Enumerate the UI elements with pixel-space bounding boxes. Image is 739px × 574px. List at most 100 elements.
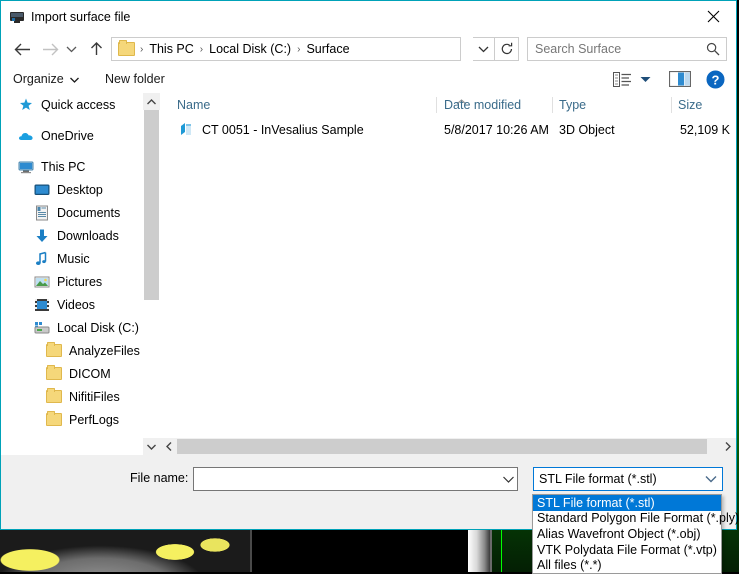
sidebar-item-desktop[interactable]: Desktop: [1, 178, 143, 201]
new-folder-label: New folder: [105, 72, 165, 86]
filename-combobox[interactable]: [193, 467, 518, 491]
sidebar-item-label: AnalyzeFiles: [69, 344, 140, 358]
sidebar-item-quick-access[interactable]: Quick access: [1, 93, 143, 116]
svg-text:?: ?: [711, 72, 719, 87]
breadcrumb-item-local-disk[interactable]: Local Disk (C:): [206, 42, 294, 56]
desktop-icon: [33, 182, 51, 198]
chevron-down-icon[interactable]: [499, 476, 517, 483]
sidebar-item-label: Pictures: [57, 275, 102, 289]
forward-button[interactable]: [37, 33, 63, 65]
scrollbar-thumb[interactable]: [177, 439, 707, 454]
column-header-name[interactable]: Name: [177, 93, 210, 117]
organize-label: Organize: [13, 72, 64, 86]
search-input[interactable]: Search Surface: [535, 42, 706, 56]
sidebar-item-documents[interactable]: Documents: [1, 201, 143, 224]
filename-input[interactable]: [194, 469, 499, 489]
sidebar-item-downloads[interactable]: Downloads: [1, 224, 143, 247]
filetype-option-all[interactable]: All files (*.*): [533, 557, 721, 573]
folder-icon: [45, 366, 63, 382]
search-box[interactable]: Search Surface: [527, 37, 727, 61]
scrollbar-thumb[interactable]: [144, 110, 159, 300]
sidebar-item-analyzefiles[interactable]: AnalyzeFiles: [1, 339, 143, 362]
view-options-icon[interactable]: [609, 68, 635, 90]
scroll-left-icon[interactable]: [160, 438, 177, 455]
breadcrumb-item-surface[interactable]: Surface: [303, 42, 352, 56]
refresh-icon[interactable]: [495, 37, 519, 61]
download-icon: [33, 228, 51, 244]
breadcrumb-dropdown-button[interactable]: [473, 37, 495, 61]
sidebar-item-local-disk-c[interactable]: Local Disk (C:): [1, 316, 143, 339]
preview-pane-icon[interactable]: [666, 68, 694, 90]
surface-import-icon: [9, 9, 25, 25]
column-divider[interactable]: [552, 97, 553, 113]
sidebar-item-nifitifiles[interactable]: NifitiFiles: [1, 385, 143, 408]
filetype-option-vtp[interactable]: VTK Polydata File Format (*.vtp): [533, 542, 721, 558]
chevron-down-icon[interactable]: [700, 475, 722, 483]
sidebar-item-label: Desktop: [57, 183, 103, 197]
breadcrumb[interactable]: › This PC › Local Disk (C:) › Surface: [111, 37, 461, 61]
column-header-type[interactable]: Type: [559, 93, 586, 117]
sidebar-item-label: Music: [57, 252, 90, 266]
folder-icon: [45, 412, 63, 428]
sidebar-item-label: This PC: [41, 160, 85, 174]
filetype-option-obj[interactable]: Alias Wavefront Object (*.obj): [533, 526, 721, 542]
filetype-option-ply[interactable]: Standard Polygon File Format (*.ply): [533, 511, 721, 527]
filetype-option-stl[interactable]: STL File format (*.stl): [533, 495, 721, 511]
command-bar: Organize New folder: [1, 65, 736, 94]
sidebar-item-onedrive[interactable]: OneDrive: [1, 124, 143, 147]
filetype-combobox[interactable]: STL File format (*.stl): [533, 467, 723, 491]
breadcrumb-separator: ›: [137, 44, 146, 55]
sidebar-item-label: PerfLogs: [69, 413, 119, 427]
breadcrumb-separator: ›: [197, 44, 206, 55]
documents-icon: [33, 205, 51, 221]
recent-locations-button[interactable]: [61, 33, 81, 65]
star-icon: [17, 97, 35, 113]
table-row[interactable]: CT 0051 - InVesalius Sample 5/8/2017 10:…: [160, 117, 736, 142]
column-divider[interactable]: [436, 97, 437, 113]
import-surface-file-dialog: Import surface file: [0, 0, 737, 530]
sidebar-item-music[interactable]: Music: [1, 247, 143, 270]
scroll-down-icon[interactable]: [143, 438, 160, 455]
sidebar-item-dicom[interactable]: DICOM: [1, 362, 143, 385]
3d-object-icon: [180, 122, 195, 137]
column-header-date-modified[interactable]: Date modified: [444, 93, 521, 117]
scroll-up-icon[interactable]: [143, 93, 160, 110]
column-divider[interactable]: [671, 97, 672, 113]
navigation-pane-scrollbar[interactable]: [143, 93, 160, 455]
sidebar-item-label: OneDrive: [41, 129, 94, 143]
sidebar-item-label: Quick access: [41, 98, 115, 112]
sidebar-item-this-pc[interactable]: This PC: [1, 155, 143, 178]
chevron-down-icon: [70, 72, 79, 86]
file-list-pane: Name Date modified Type Size: [160, 93, 736, 455]
search-icon[interactable]: [706, 42, 720, 56]
folder-icon: [45, 343, 63, 359]
close-icon[interactable]: [691, 1, 736, 31]
folder-icon: [118, 42, 135, 56]
filetype-dropdown-list[interactable]: STL File format (*.stl) Standard Polygon…: [532, 494, 722, 574]
scroll-right-icon[interactable]: [719, 438, 736, 455]
sidebar-item-pictures[interactable]: Pictures: [1, 270, 143, 293]
new-folder-button[interactable]: New folder: [105, 67, 165, 91]
cloud-icon: [17, 128, 35, 144]
cell-size: 52,109 K: [662, 117, 730, 142]
up-button[interactable]: [83, 33, 109, 65]
harddisk-icon: [33, 320, 51, 336]
cell-date-modified: 5/8/2017 10:26 AM: [444, 117, 549, 142]
back-button[interactable]: [9, 33, 35, 65]
dialog-body: Quick access OneDrive This PC Desktop Docume…: [1, 93, 736, 455]
music-icon: [33, 251, 51, 267]
view-options-caret[interactable]: [635, 68, 655, 90]
help-icon[interactable]: ?: [704, 68, 726, 90]
organize-button[interactable]: Organize: [13, 67, 79, 91]
column-headers: Name Date modified Type Size: [160, 93, 736, 118]
file-list-horizontal-scrollbar[interactable]: [160, 438, 736, 455]
sidebar-item-perflogs[interactable]: PerfLogs: [1, 408, 143, 431]
sidebar-item-label: Downloads: [57, 229, 119, 243]
breadcrumb-item-this-pc[interactable]: This PC: [146, 42, 196, 56]
pictures-icon: [33, 274, 51, 290]
sidebar-item-videos[interactable]: Videos: [1, 293, 143, 316]
computer-icon: [17, 159, 35, 175]
videos-icon: [33, 297, 51, 313]
column-header-size[interactable]: Size: [678, 93, 702, 117]
folder-icon: [45, 389, 63, 405]
